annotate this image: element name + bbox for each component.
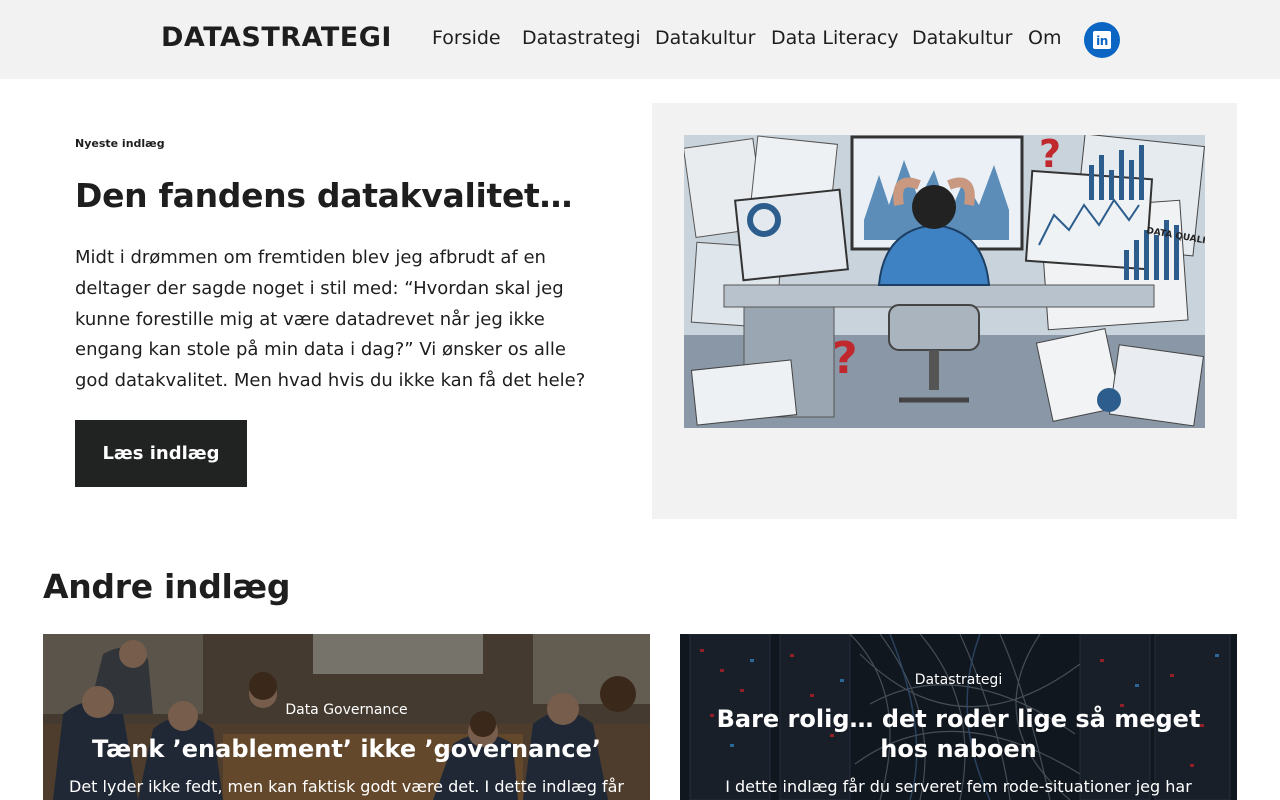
latest-post-label: Nyeste indlæg	[75, 137, 165, 150]
linkedin-button[interactable]: in	[1084, 22, 1120, 58]
post-card[interactable]: Datastrategi Bare rolig… det roder lige …	[680, 634, 1237, 800]
site-header: DATASTRATEGI Forside Datastrategi Dataku…	[0, 0, 1280, 79]
nav-item-datakultur[interactable]: Datakultur	[655, 27, 755, 49]
nav-item-om[interactable]: Om	[1028, 27, 1061, 49]
question-mark-top: ?	[1039, 135, 1061, 176]
post-card-excerpt: Det lyder ikke fedt, men kan faktisk god…	[69, 777, 624, 796]
hero-title[interactable]: Den fandens datakvalitet…	[75, 176, 573, 215]
question-mark-bottom: ?	[832, 333, 858, 384]
post-card-title[interactable]: Bare rolig… det roder lige så meget hos …	[710, 704, 1207, 764]
hero-illustration[interactable]: DATA QUALITY ? ?	[684, 135, 1205, 428]
post-card-category[interactable]: Data Governance	[43, 702, 650, 718]
post-card[interactable]: Data Governance Tænk ’enablement’ ikke ’…	[43, 634, 650, 800]
nav-item-forside[interactable]: Forside	[432, 27, 501, 49]
post-card-title[interactable]: Tænk ’enablement’ ikke ’governance’	[73, 734, 620, 764]
nav-item-data-literacy[interactable]: Data Literacy	[771, 27, 899, 49]
post-card-category[interactable]: Datastrategi	[680, 672, 1237, 688]
hero-excerpt: Midt i drømmen om fremtiden blev jeg afb…	[75, 247, 586, 392]
other-posts-heading: Andre indlæg	[43, 567, 291, 606]
nav-item-datakultur-2[interactable]: Datakultur	[912, 27, 1012, 49]
linkedin-icon: in	[1093, 31, 1111, 49]
read-post-button[interactable]: Læs indlæg	[75, 420, 247, 487]
post-card-excerpt: I dette indlæg får du serveret fem rode-…	[725, 777, 1192, 796]
nav-item-datastrategi[interactable]: Datastrategi	[522, 27, 641, 49]
